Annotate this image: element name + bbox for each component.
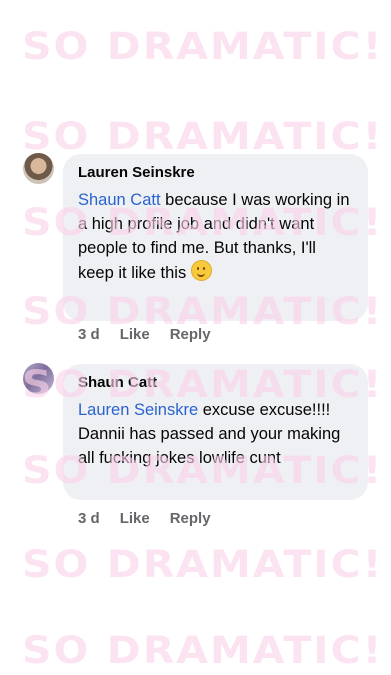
avatar[interactable] <box>23 153 54 184</box>
reply-button[interactable]: Reply <box>170 326 211 343</box>
watermark-text: SO DRAMATIC! <box>22 113 384 159</box>
comment-author[interactable]: Shaun Catt <box>78 374 354 392</box>
mention-link[interactable]: Lauren Seinskre <box>78 401 198 419</box>
comment-bubble: Shaun Catt Lauren Seinskre excuse excuse… <box>63 364 368 500</box>
avatar[interactable] <box>23 363 54 394</box>
mention-link[interactable]: Shaun Catt <box>78 191 161 209</box>
reply-button[interactable]: Reply <box>170 510 211 527</box>
smiling-face-icon <box>190 260 212 281</box>
comment-author[interactable]: Lauren Seinskre <box>78 164 354 182</box>
comment-timestamp[interactable]: 3 d <box>78 326 100 343</box>
comment-actions: 3 d Like Reply <box>78 326 211 343</box>
watermark-text: SO DRAMATIC! <box>22 627 384 673</box>
comment-actions: 3 d Like Reply <box>78 510 211 527</box>
watermark-text: SO DRAMATIC! <box>22 541 384 587</box>
comment-bubble: Lauren Seinskre Shaun Catt because I was… <box>63 154 368 321</box>
comment-text: Shaun Catt because I was working in a hi… <box>78 188 354 285</box>
like-button[interactable]: Like <box>120 510 150 527</box>
watermark-text: SO DRAMATIC! <box>22 23 384 69</box>
comment-timestamp[interactable]: 3 d <box>78 510 100 527</box>
like-button[interactable]: Like <box>120 326 150 343</box>
comment-text: Lauren Seinskre excuse excuse!!!! Dannii… <box>78 398 354 470</box>
